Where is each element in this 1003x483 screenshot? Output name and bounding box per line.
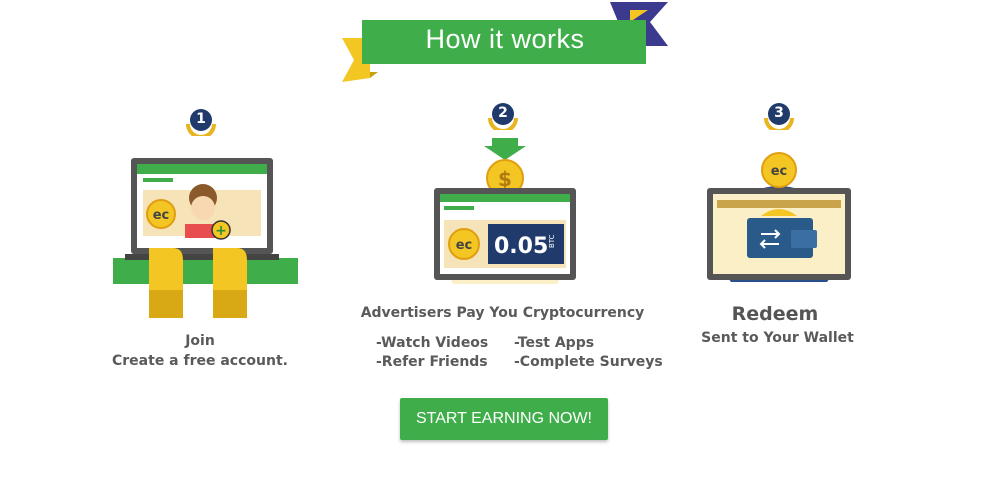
btc-amount: 0.05 <box>494 234 548 259</box>
coin-label: ec <box>153 208 170 223</box>
step-2-title: Advertisers Pay You Cryptocurrency <box>360 305 645 321</box>
step-2-number: 2 <box>498 105 508 121</box>
step-3-number: 3 <box>774 105 784 121</box>
coin-label-3: ec <box>771 164 788 179</box>
task-watch-videos: -Watch Videos <box>376 335 489 351</box>
task-test-apps: -Test Apps <box>514 335 595 351</box>
pay-illustration: $ ec 0.05 BTC <box>434 138 576 284</box>
task-complete-surveys: -Complete Surveys <box>514 354 663 370</box>
btc-unit: BTC <box>548 234 556 248</box>
wallet-illustration: ec <box>707 152 851 282</box>
step-3-title: Redeem <box>731 303 819 325</box>
task-refer-friends: -Refer Friends <box>376 354 488 370</box>
step-1-subtitle: Create a free account. <box>112 353 288 369</box>
banner-title: How it works <box>425 24 585 54</box>
step-1-number: 1 <box>196 111 206 127</box>
start-earning-button[interactable]: START EARNING NOW! <box>400 398 608 440</box>
step-3-subtitle: Sent to Your Wallet <box>701 330 854 346</box>
svg-text:$: $ <box>498 167 512 191</box>
coin-label-2: ec <box>456 238 473 253</box>
svg-text:+: + <box>215 223 227 239</box>
join-illustration: ec + <box>113 158 298 318</box>
step-1-title: Join <box>185 333 215 349</box>
